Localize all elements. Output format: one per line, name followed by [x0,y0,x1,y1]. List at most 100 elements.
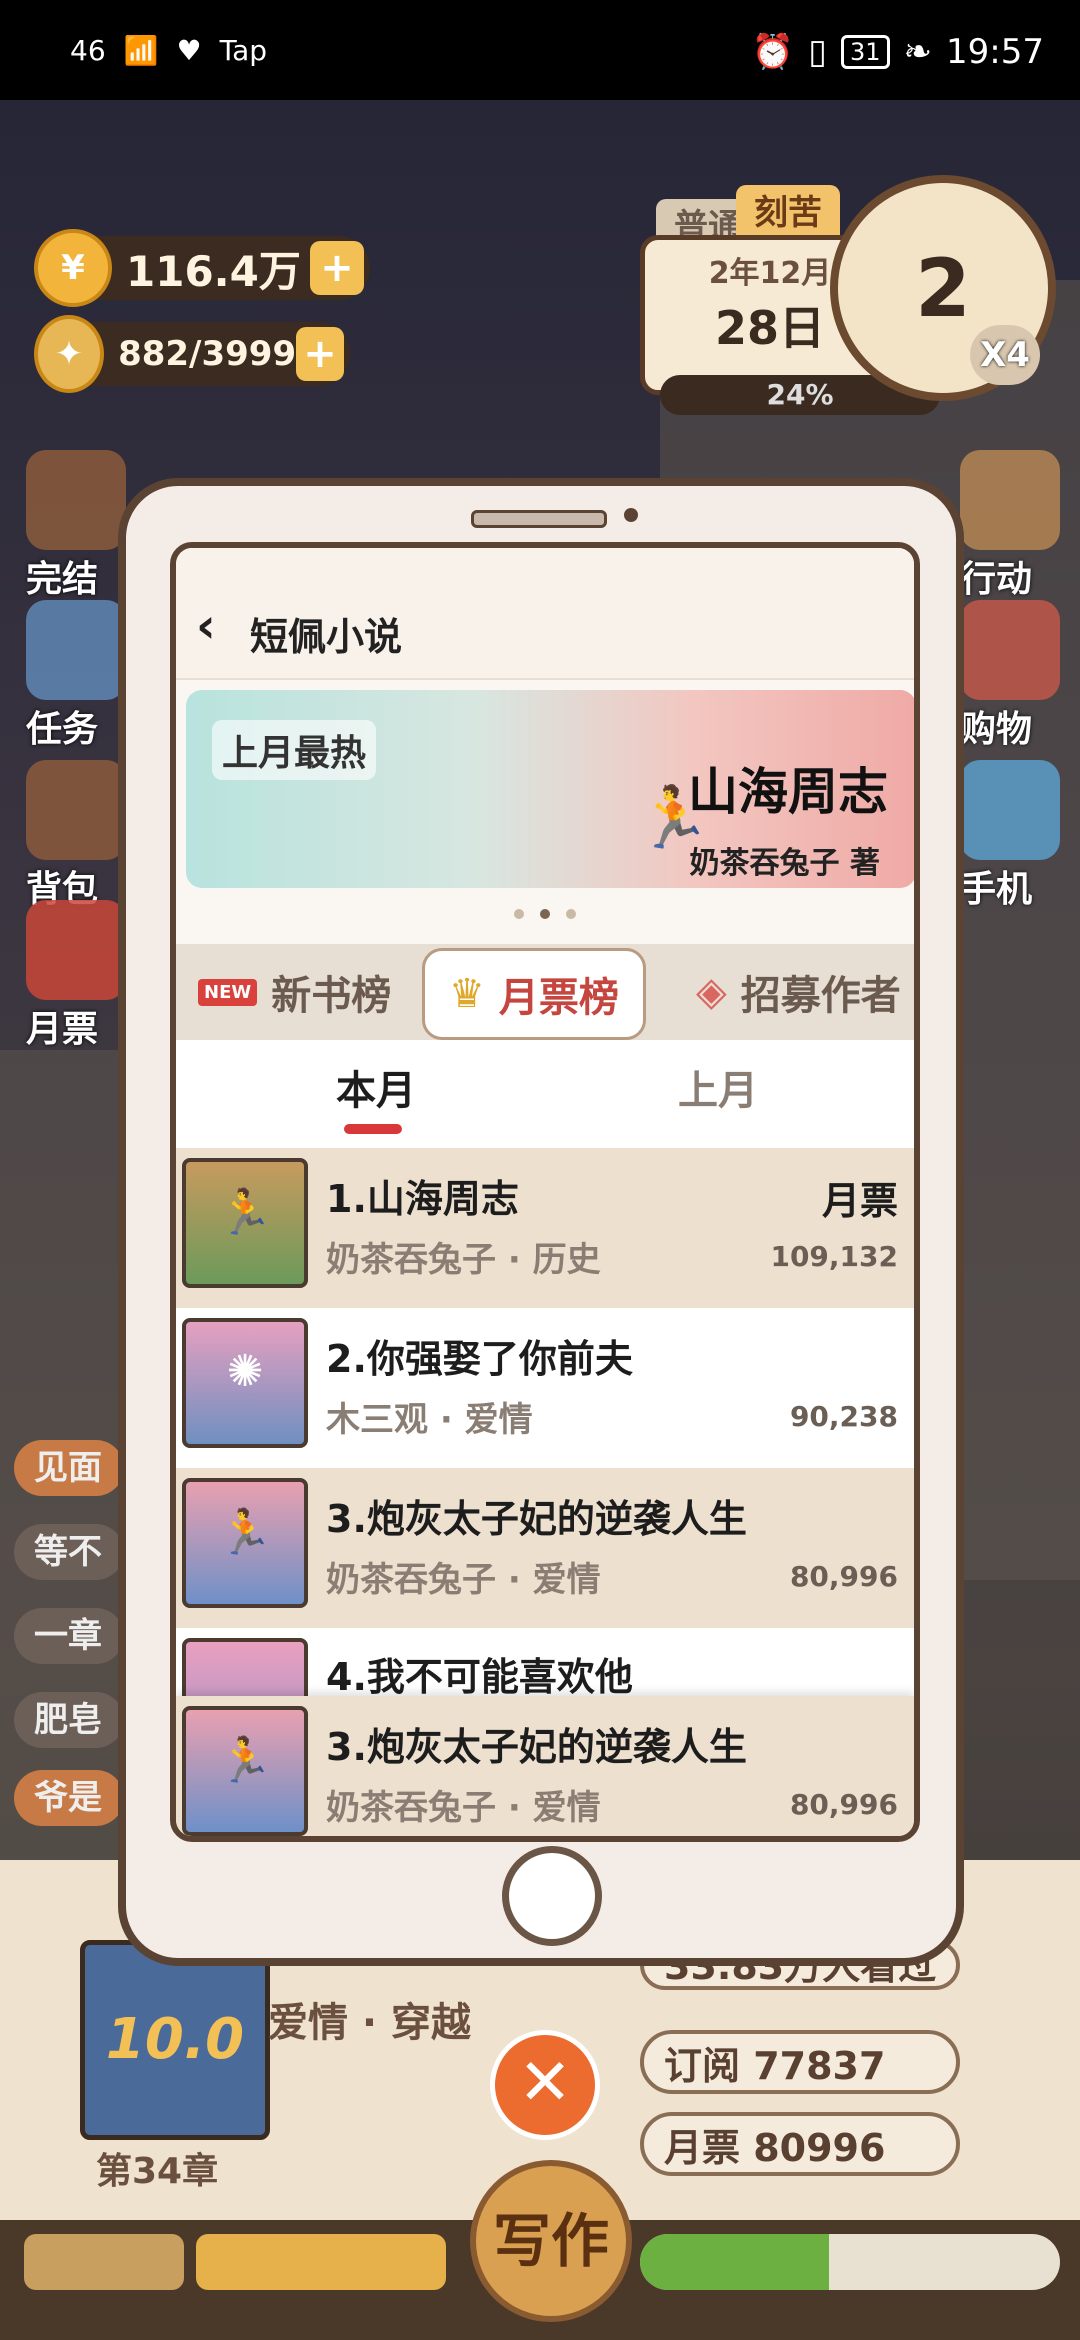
book-cover: 🏃 [182,1706,308,1836]
vote-count: 90,238 [789,1400,898,1433]
side-button-action[interactable]: 行动 [960,450,1070,602]
heart-icon: ♥ [176,34,202,67]
subtab-last-month[interactable]: 上月 [678,1058,758,1116]
phone-home-button[interactable] [502,1846,602,1946]
clock-time: 19:57 [946,32,1044,72]
alarm-icon: ⏰ [751,32,795,72]
wifi-icon: 📶 [123,34,159,67]
carousel-dot[interactable] [566,909,576,919]
crown-icon: ♛ [449,971,485,1017]
tab-recruit-authors[interactable]: ◈ 招募作者 [696,944,901,1040]
chat-chip[interactable]: 肥皂 [14,1692,124,1748]
bag-icon [26,760,126,860]
vibrate-icon: ▯ [808,32,827,72]
tab-monthly-votes[interactable]: ♛ 月票榜 [422,948,646,1040]
ranking-row[interactable]: 🏃 3.炮灰太子妃的逆袭人生 奶茶吞兔子 · 爱情 80,996 [176,1468,914,1628]
phone-speaker [471,510,607,528]
ranking-row[interactable]: 🏃 1.山海周志 月票 奶茶吞兔子 · 历史 109,132 [176,1148,914,1308]
vote-count: 80,996 [789,1560,898,1593]
chat-chip[interactable]: 等不 [14,1524,124,1580]
phone-device: ‹ 短佩小说 上月最热 🏃 山海周志 奶茶吞兔子 著 NEW 新书榜 ♛ 月票榜… [118,478,964,1966]
chat-chip[interactable]: 爷是 [14,1770,124,1826]
add-coins-button[interactable]: + [310,241,364,295]
leaf-icon: ❧ [903,32,933,72]
book-meta: 奶茶吞兔子 · 爱情 [326,1560,601,1600]
seal-icon: ✺ [226,1346,264,1397]
book-title: 3.炮灰太子妃的逆袭人生 [326,1497,747,1541]
banner-tag: 上月最热 [212,720,377,780]
close-button[interactable]: ✕ [490,2030,600,2140]
signal-icon: 46 [70,34,106,67]
book-cover: 10.0 [80,1940,270,2140]
handshake-icon: ◈ [696,969,727,1015]
idea-value: 882/3999 [118,334,297,374]
writing-progress-fill [640,2234,829,2290]
page-title: 短佩小说 [250,615,403,659]
carousel-dots [176,904,914,923]
book-cover: 🏃 [182,1158,308,1288]
app-navbar: ‹ 短佩小说 [176,548,914,680]
side-button-phone[interactable]: 手机 [960,760,1070,912]
writing-progress [640,2234,1060,2290]
ranking-row[interactable]: 4.我不可能喜欢他 [176,1628,914,1696]
book-genre: 爱情 · 穿越 [268,2000,472,2046]
book-cover: 🏃 [182,1478,308,1608]
book-meta: 木三观 · 爱情 [326,1400,533,1440]
book-meta: 奶茶吞兔子 · 爱情 [326,1788,601,1828]
coin-icon: ¥ [34,229,112,307]
runner-icon: 🏃 [217,1507,273,1558]
ranking-row[interactable]: ✺ 2.你强娶了你前夫 木三观 · 爱情 90,238 [176,1308,914,1468]
votes-header: 月票 [821,1179,898,1223]
ticket-icon [26,900,126,1000]
banner-title: 山海周志 [688,763,888,821]
shop-icon [960,600,1060,700]
phone-camera [624,508,638,522]
phone-screen: ‹ 短佩小说 上月最热 🏃 山海周志 奶茶吞兔子 著 NEW 新书榜 ♛ 月票榜… [170,542,920,1842]
book-title: 1.山海周志 [326,1177,519,1221]
subtab-this-month[interactable]: 本月 [336,1058,416,1116]
book-cover: ✺ [182,1318,308,1448]
speed-multiplier[interactable]: X4 [970,325,1040,385]
status-bar: 46 📶 ♥ Tap ⏰ ▯ 31 ❧ 19:57 [0,0,1080,100]
period-tabs: 本月 上月 [176,1040,914,1148]
book-title: 4.我不可能喜欢他 [326,1655,633,1696]
battery-level: 31 [840,35,890,69]
door-icon [960,450,1060,550]
book-icon [26,450,126,550]
back-chevron-icon[interactable]: ‹ [196,598,216,654]
mode-hard-tab[interactable]: 刻苦 [736,185,840,241]
app-label: Tap [219,34,268,67]
pinned-own-book-row[interactable]: 🏃 3.炮灰太子妃的逆袭人生 奶茶吞兔子 · 爱情 80,996 [176,1696,914,1836]
ranking-tabs: NEW 新书榜 ♛ 月票榜 ◈ 招募作者 [176,944,914,1040]
runner-icon: 🏃 [217,1735,273,1786]
subscribe-pill: 订阅 77837 [640,2030,960,2094]
runner-icon: 🏃 [217,1187,273,1238]
book-title: 3.炮灰太子妃的逆袭人生 [326,1725,747,1769]
carousel-dot[interactable] [540,909,550,919]
chat-chip[interactable]: 一章 [14,1608,124,1664]
checklist-icon [26,600,126,700]
tab-new-books[interactable]: NEW 新书榜 [198,944,391,1040]
lightbulb-icon: ✦ [34,315,105,393]
banner-author: 奶茶吞兔子 著 [689,846,880,881]
chat-chip[interactable]: 见面 [14,1440,124,1496]
idea-resource: ✦ 882/3999 + [34,315,350,393]
phone-icon [960,760,1060,860]
side-button-shop[interactable]: 购物 [960,600,1070,752]
toolbar-slot-1[interactable] [24,2234,184,2290]
coin-value: 116.4万 [126,246,301,296]
book-title: 2.你强娶了你前夫 [326,1337,633,1381]
coin-resource: ¥ 116.4万 + [34,229,370,307]
new-badge: NEW [198,978,258,1006]
toolbar-slot-2[interactable] [196,2234,446,2290]
active-subtab-indicator [344,1124,402,1134]
featured-banner[interactable]: 上月最热 🏃 山海周志 奶茶吞兔子 著 [186,690,914,888]
book-meta: 奶茶吞兔子 · 历史 [326,1240,601,1280]
write-button[interactable]: 写作 [470,2160,632,2322]
calendar-widget: 普通 刻苦 2年12月 28日 24% 2 X4 [640,175,1056,425]
monthly-votes-pill: 月票 80996 [640,2112,960,2176]
add-ideas-button[interactable]: + [296,327,344,381]
book-cover [182,1638,308,1696]
chapter-label: 第34章 [96,2151,219,2192]
carousel-dot[interactable] [514,909,524,919]
